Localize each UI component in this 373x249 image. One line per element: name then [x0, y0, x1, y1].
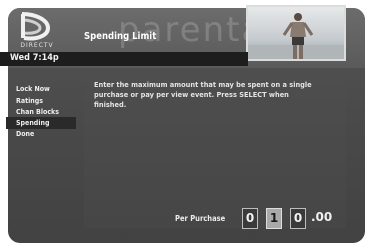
directv-logo-icon [21, 12, 51, 41]
digit-tens[interactable]: 1 [266, 208, 282, 229]
clock: Wed 7:14p [10, 53, 59, 63]
instructions-text: Enter the maximum amount that may be spe… [94, 80, 312, 109]
menu-item-done[interactable]: Done [16, 128, 34, 140]
page-title: Spending Limit [84, 31, 157, 42]
cents-value: .00 [311, 210, 333, 224]
digit-hundreds[interactable]: 0 [242, 208, 258, 229]
menu-item-lock-now[interactable]: Lock Now [16, 83, 50, 95]
digit-ones[interactable]: 0 [290, 208, 306, 229]
promo-photo [246, 5, 346, 61]
brand-name: DIRECTV [20, 42, 54, 49]
per-purchase-label: Per Purchase [175, 214, 226, 223]
